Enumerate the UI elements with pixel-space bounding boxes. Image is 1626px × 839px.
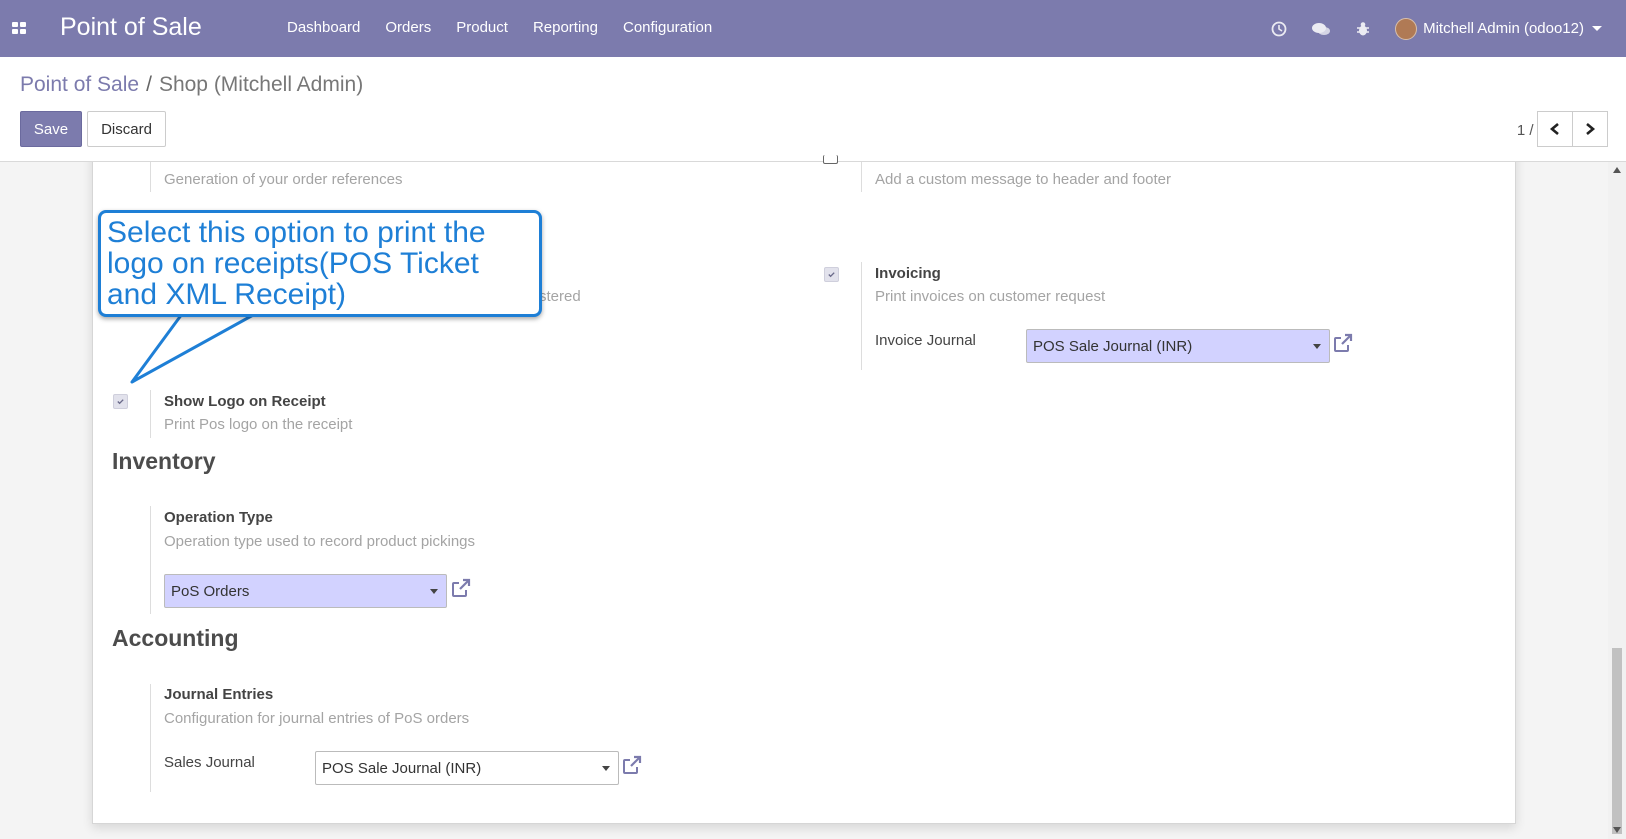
menu-reporting[interactable]: Reporting <box>533 19 598 36</box>
invoice-journal-select[interactable]: POS Sale Journal (INR) <box>1026 329 1330 363</box>
breadcrumb-parent[interactable]: Point of Sale <box>20 73 139 96</box>
check-icon <box>117 399 124 405</box>
vertical-scrollbar[interactable] <box>1608 162 1626 839</box>
callout-pointer <box>130 312 256 384</box>
setting-divider <box>150 684 151 792</box>
apps-icon[interactable] <box>12 22 26 34</box>
show-logo-desc: Print Pos logo on the receipt <box>164 416 353 433</box>
external-link-icon[interactable] <box>620 753 644 777</box>
avatar <box>1395 17 1418 40</box>
scroll-thumb[interactable] <box>1612 648 1622 834</box>
bug-icon[interactable] <box>1353 19 1373 39</box>
section-accounting: Accounting <box>112 625 239 651</box>
setting-divider <box>150 390 151 438</box>
check-icon <box>828 272 835 278</box>
dropdown-caret-icon <box>1313 344 1321 349</box>
top-navbar: Point of Sale Dashboard Orders Product R… <box>0 0 1626 57</box>
chevron-right-icon[interactable] <box>1573 111 1608 147</box>
invoicing-title: Invoicing <box>875 265 941 282</box>
setting-divider <box>150 506 151 614</box>
scroll-up-arrow[interactable] <box>1613 167 1621 173</box>
menu-dashboard[interactable]: Dashboard <box>287 19 360 36</box>
app-brand[interactable]: Point of Sale <box>60 13 202 42</box>
clock-icon[interactable] <box>1269 19 1289 39</box>
save-button[interactable]: Save <box>20 111 82 147</box>
systray: Mitchell Admin (odoo12) <box>1269 0 1626 57</box>
callout-annotation: Select this option to print the logo on … <box>98 210 542 317</box>
show-logo-checkbox[interactable] <box>113 394 128 409</box>
setting-divider <box>150 162 151 192</box>
external-link-icon[interactable] <box>449 576 473 600</box>
invoice-journal-value: POS Sale Journal (INR) <box>1033 337 1193 355</box>
chevron-left-icon[interactable] <box>1537 111 1573 147</box>
menu-product[interactable]: Product <box>456 19 508 36</box>
journal-entries-title: Journal Entries <box>164 686 274 703</box>
section-inventory: Inventory <box>112 448 216 474</box>
operation-type-value: PoS Orders <box>171 582 250 600</box>
show-logo-title: Show Logo on Receipt <box>164 393 326 410</box>
journal-entries-desc: Configuration for journal entries of PoS… <box>164 710 470 727</box>
dropdown-caret-icon <box>602 766 610 771</box>
user-menu[interactable]: Mitchell Admin (odoo12) <box>1395 17 1602 40</box>
breadcrumb-separator: / <box>146 73 152 96</box>
operation-type-title: Operation Type <box>164 509 273 526</box>
invoice-journal-label: Invoice Journal <box>875 332 976 349</box>
menu-orders[interactable]: Orders <box>385 19 431 36</box>
user-name: Mitchell Admin (odoo12) <box>1423 20 1584 37</box>
scroll-down-arrow[interactable] <box>1613 827 1621 833</box>
setting-divider <box>861 162 862 192</box>
breadcrumb-current: Shop (Mitchell Admin) <box>158 73 364 96</box>
invoicing-desc: Print invoices on customer request <box>875 288 1106 305</box>
menu-configuration[interactable]: Configuration <box>623 19 712 36</box>
dropdown-caret-icon <box>430 589 438 594</box>
header-footer-checkbox[interactable] <box>823 155 838 164</box>
discard-button[interactable]: Discard <box>87 111 166 147</box>
setting-divider <box>861 262 862 370</box>
operation-type-select[interactable]: PoS Orders <box>164 574 447 608</box>
header-footer-desc: Add a custom message to header and foote… <box>875 171 1172 188</box>
sales-journal-value: POS Sale Journal (INR) <box>322 759 482 777</box>
chevron-down-icon <box>1592 26 1602 31</box>
breadcrumb: Point of Sale / Shop (Mitchell Admin) <box>20 73 363 97</box>
control-panel: Point of Sale / Shop (Mitchell Admin) Save… <box>0 57 1626 162</box>
sales-journal-label: Sales Journal <box>164 754 255 771</box>
chat-icon[interactable] <box>1311 19 1331 39</box>
sales-journal-select[interactable]: POS Sale Journal (INR) <box>315 751 619 785</box>
invoicing-checkbox[interactable] <box>824 267 839 282</box>
main-menu: Dashboard Orders Product Reporting Confi… <box>287 19 737 36</box>
external-link-icon[interactable] <box>1331 331 1355 355</box>
order-ref-desc: Generation of your order references <box>164 171 403 188</box>
operation-type-desc: Operation type used to record product pi… <box>164 533 476 550</box>
pager-buttons <box>1537 111 1608 147</box>
hidden-desc-tail: stered <box>539 288 581 305</box>
